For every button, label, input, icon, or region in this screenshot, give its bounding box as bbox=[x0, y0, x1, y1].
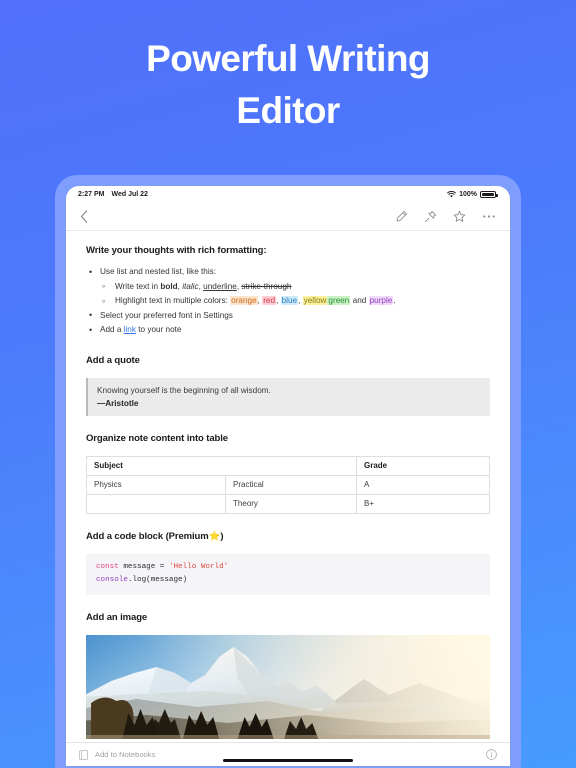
highlight-green: green bbox=[327, 296, 351, 305]
info-circle-icon[interactable] bbox=[486, 749, 497, 760]
status-date: Wed Jul 22 bbox=[111, 191, 148, 198]
list-item-label: Select your preferred font in Settings bbox=[100, 310, 233, 320]
wifi-icon bbox=[447, 191, 456, 198]
note-toolbar bbox=[66, 203, 510, 231]
table-header-grade: Grade bbox=[356, 455, 490, 476]
edit-pencil-icon[interactable] bbox=[395, 210, 408, 223]
note-link[interactable]: link bbox=[124, 325, 136, 334]
nested-prefix: Write text in bbox=[115, 281, 161, 291]
add-to-notebooks-button[interactable]: Add to Notebooks bbox=[79, 749, 156, 760]
pin-icon[interactable] bbox=[424, 210, 437, 223]
quote-attribution: —Aristotle bbox=[97, 398, 139, 408]
table-row: Physics Practical A bbox=[85, 474, 490, 495]
list-item-prefix: Add a bbox=[100, 325, 124, 334]
table-cell-type: Practical bbox=[225, 474, 357, 495]
sep: , bbox=[276, 296, 281, 305]
code-text: message = bbox=[118, 562, 169, 571]
status-bar: 2:27 PM Wed Jul 22 100% bbox=[66, 186, 510, 203]
notebook-icon bbox=[79, 749, 88, 760]
table-cell-grade: B+ bbox=[356, 493, 490, 514]
table-cell-subject: Physics bbox=[85, 474, 227, 495]
bold-sample: bold bbox=[160, 281, 178, 291]
nested-formatting-list: Write text in bold, italic, underline, s… bbox=[100, 279, 490, 309]
hero-line-1: Powerful Writing bbox=[146, 38, 430, 79]
heading-organize-table: Organize note content into table bbox=[86, 432, 228, 444]
home-indicator[interactable] bbox=[223, 758, 353, 762]
highlight-orange: orange bbox=[230, 296, 258, 305]
heading-add-image: Add an image bbox=[86, 611, 148, 623]
tablet-device-frame: 2:27 PM Wed Jul 22 100% Write your thoug… bbox=[55, 175, 521, 768]
heading-rich-formatting: Write your thoughts with rich formatting… bbox=[86, 245, 267, 256]
hero-headline: Powerful Writing Editor bbox=[0, 0, 576, 137]
table-cell-grade: A bbox=[356, 474, 490, 495]
mountain-landscape-photo[interactable] bbox=[86, 634, 490, 739]
status-bar-left: 2:27 PM Wed Jul 22 bbox=[78, 191, 148, 198]
tablet-screen: 2:27 PM Wed Jul 22 100% Write your thoug… bbox=[66, 186, 510, 766]
underline-sample: underline bbox=[203, 281, 237, 291]
table-cell-subject bbox=[85, 493, 227, 514]
battery-percent-label: 100% bbox=[459, 191, 477, 198]
strikethrough-sample: strike-through bbox=[241, 281, 292, 291]
heading-add-quote: Add a quote bbox=[86, 354, 140, 366]
sep: , bbox=[298, 296, 303, 305]
list-item: Add a link to your note bbox=[86, 323, 490, 338]
heading-code-block: Add a code block (Premium⭐) bbox=[86, 530, 224, 542]
code-text: .log(message) bbox=[127, 575, 188, 584]
battery-icon bbox=[480, 191, 498, 198]
italic-sample: italic bbox=[182, 281, 199, 291]
more-ellipsis-icon[interactable] bbox=[482, 214, 496, 219]
table-header-row: Subject Grade bbox=[86, 455, 490, 476]
highlight-prefix: Highlight text in multiple colors: bbox=[115, 296, 231, 305]
code-string: 'Hello World' bbox=[168, 562, 229, 571]
highlight-yellow: yellow bbox=[302, 296, 328, 305]
quote-text: Knowing yourself is the beginning of all… bbox=[97, 385, 271, 395]
highlight-blue: blue bbox=[280, 296, 299, 305]
formatting-list: Use list and nested list, like this: Wri… bbox=[86, 265, 490, 338]
quote-block[interactable]: Knowing yourself is the beginning of all… bbox=[86, 377, 490, 416]
note-table[interactable]: Subject Grade Physics Practical A Theory… bbox=[85, 455, 490, 514]
note-bottom-bar: Add to Notebooks bbox=[66, 742, 510, 766]
hero-line-2: Editor bbox=[236, 90, 340, 131]
chevron-left-icon[interactable] bbox=[80, 210, 88, 223]
toolbar-actions bbox=[395, 210, 496, 223]
highlight-red: red bbox=[262, 296, 277, 305]
status-bar-right: 100% bbox=[447, 191, 498, 198]
sep: . bbox=[393, 296, 396, 305]
code-block[interactable]: const message = 'Hello World' console.lo… bbox=[86, 553, 490, 595]
code-line: const message = 'Hello World' bbox=[96, 561, 480, 574]
table-cell-type: Theory bbox=[225, 493, 357, 514]
list-item-suffix: to your note bbox=[135, 325, 182, 334]
table-header-subject: Subject bbox=[86, 455, 357, 476]
note-content[interactable]: Write your thoughts with rich formatting… bbox=[66, 231, 510, 742]
list-item-label: Use list and nested list, like this: bbox=[100, 267, 217, 276]
add-to-notebooks-label: Add to Notebooks bbox=[95, 750, 156, 759]
list-item: Select your preferred font in Settings bbox=[86, 308, 490, 324]
code-line: console.log(message) bbox=[96, 574, 480, 587]
table-row: Theory B+ bbox=[85, 493, 490, 514]
list-item: Use list and nested list, like this: Wri… bbox=[86, 265, 490, 309]
list-item: Highlight text in multiple colors: orang… bbox=[100, 294, 490, 309]
sep: and bbox=[350, 296, 369, 305]
status-time: 2:27 PM bbox=[78, 191, 105, 198]
code-keyword: const bbox=[96, 562, 119, 571]
list-item: Write text in bold, italic, underline, s… bbox=[100, 279, 490, 295]
star-icon[interactable] bbox=[453, 210, 466, 223]
highlight-purple: purple bbox=[368, 296, 394, 305]
code-object: console bbox=[96, 575, 128, 584]
